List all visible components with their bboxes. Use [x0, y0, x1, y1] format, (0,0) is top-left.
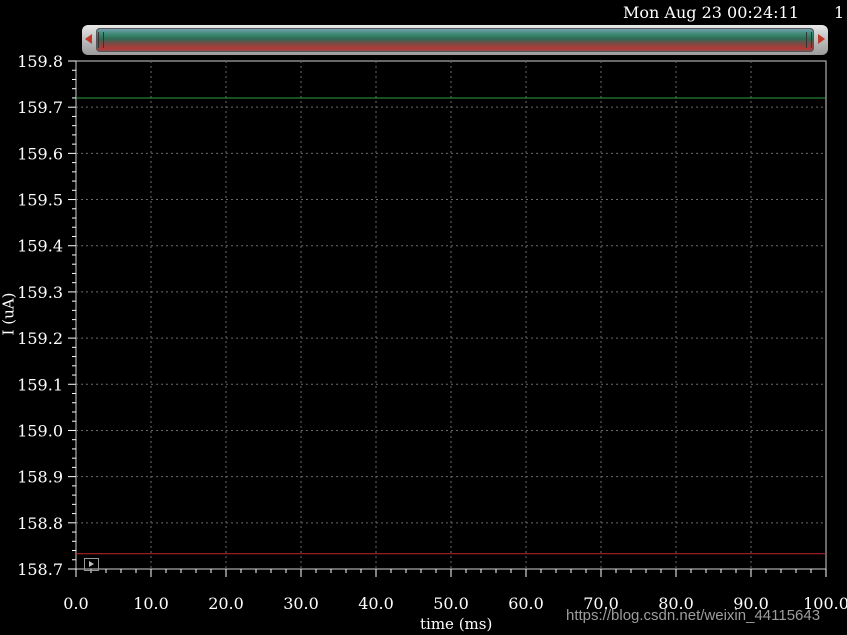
- y-tick-label: 159.5: [17, 191, 63, 210]
- x-tick-label: 40.0: [358, 594, 394, 613]
- y-axis-label: I (uA): [0, 292, 18, 336]
- y-tick-label: 159.0: [17, 421, 63, 440]
- y-tick-label: 159.3: [17, 283, 63, 302]
- watermark-text: https://blog.csdn.net/weixin_44115643: [566, 607, 821, 624]
- y-tick-label: 158.8: [17, 514, 63, 533]
- y-tick-label: 158.7: [17, 560, 63, 579]
- y-tick-label: 159.8: [17, 52, 63, 71]
- y-tick-label: 159.7: [17, 98, 63, 117]
- y-tick-label: 159.6: [17, 144, 63, 163]
- y-tick-label: 159.1: [17, 375, 63, 394]
- x-tick-label: 60.0: [508, 594, 544, 613]
- y-tick-label: 159.4: [17, 237, 63, 256]
- x-tick-label: 30.0: [283, 594, 319, 613]
- x-tick-label: 20.0: [208, 594, 244, 613]
- x-tick-label: 0.0: [63, 594, 88, 613]
- x-axis-label: time (ms): [420, 615, 493, 633]
- x-tick-label: 10.0: [133, 594, 169, 613]
- y-tick-label: 158.9: [17, 468, 63, 487]
- play-button[interactable]: [84, 558, 99, 571]
- y-tick-label: 159.2: [17, 329, 63, 348]
- x-tick-label: 50.0: [433, 594, 469, 613]
- chart-svg[interactable]: 0.0 10.0 20.0 30.0 40.0 50.0 60.0 70.0 80.0 90.0 1…: [0, 0, 847, 635]
